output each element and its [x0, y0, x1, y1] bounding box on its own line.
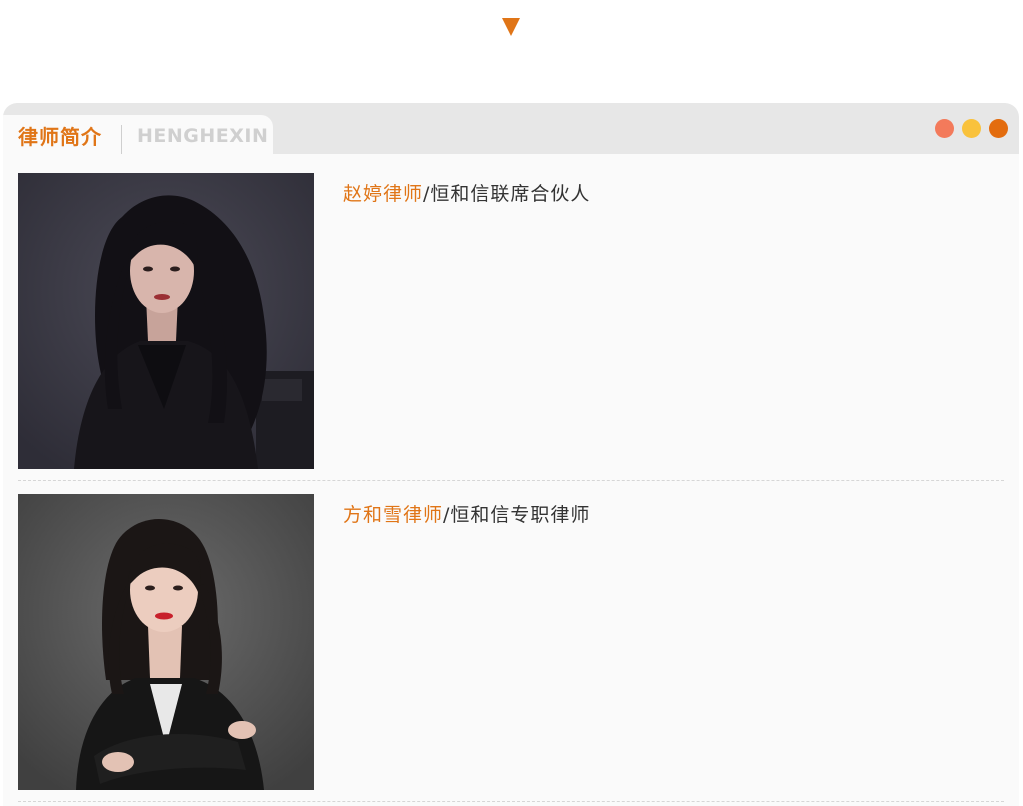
tab-divider	[121, 125, 122, 154]
lawyer-role: /恒和信联席合伙人	[423, 183, 591, 205]
dashed-divider	[18, 801, 1004, 802]
yellow-dot-icon	[962, 119, 981, 138]
lawyer-photo	[18, 494, 314, 790]
lawyer-profile: 方和雪律师/恒和信专职律师	[18, 494, 1004, 802]
section-title: 律师简介	[18, 125, 102, 149]
lawyer-caption: 赵婷律师/恒和信联席合伙人	[343, 179, 590, 206]
dashed-divider	[18, 480, 1004, 481]
lawyer-caption: 方和雪律师/恒和信专职律师	[343, 500, 590, 527]
lawyer-photo	[18, 173, 314, 469]
down-arrow-icon	[502, 18, 520, 36]
orange-dot-icon	[989, 119, 1008, 138]
lawyer-name: 方和雪律师	[343, 504, 444, 526]
page: 律师简介 HENGHEXIN 赵婷律师/恒和信联席合伙人 方和雪律师/恒和信专职…	[0, 0, 1023, 806]
lawyer-name: 赵婷律师	[343, 183, 424, 205]
section-tab: 律师简介 HENGHEXIN	[3, 115, 273, 154]
lawyer-intro-card: 律师简介 HENGHEXIN 赵婷律师/恒和信联席合伙人 方和雪律师/恒和信专职…	[3, 103, 1019, 806]
card-header: 律师简介 HENGHEXIN	[3, 103, 1019, 154]
coral-dot-icon	[935, 119, 954, 138]
lawyer-profile: 赵婷律师/恒和信联席合伙人	[18, 173, 1004, 481]
section-subtitle: HENGHEXIN	[137, 125, 269, 147]
lawyer-role: /恒和信专职律师	[443, 504, 591, 526]
